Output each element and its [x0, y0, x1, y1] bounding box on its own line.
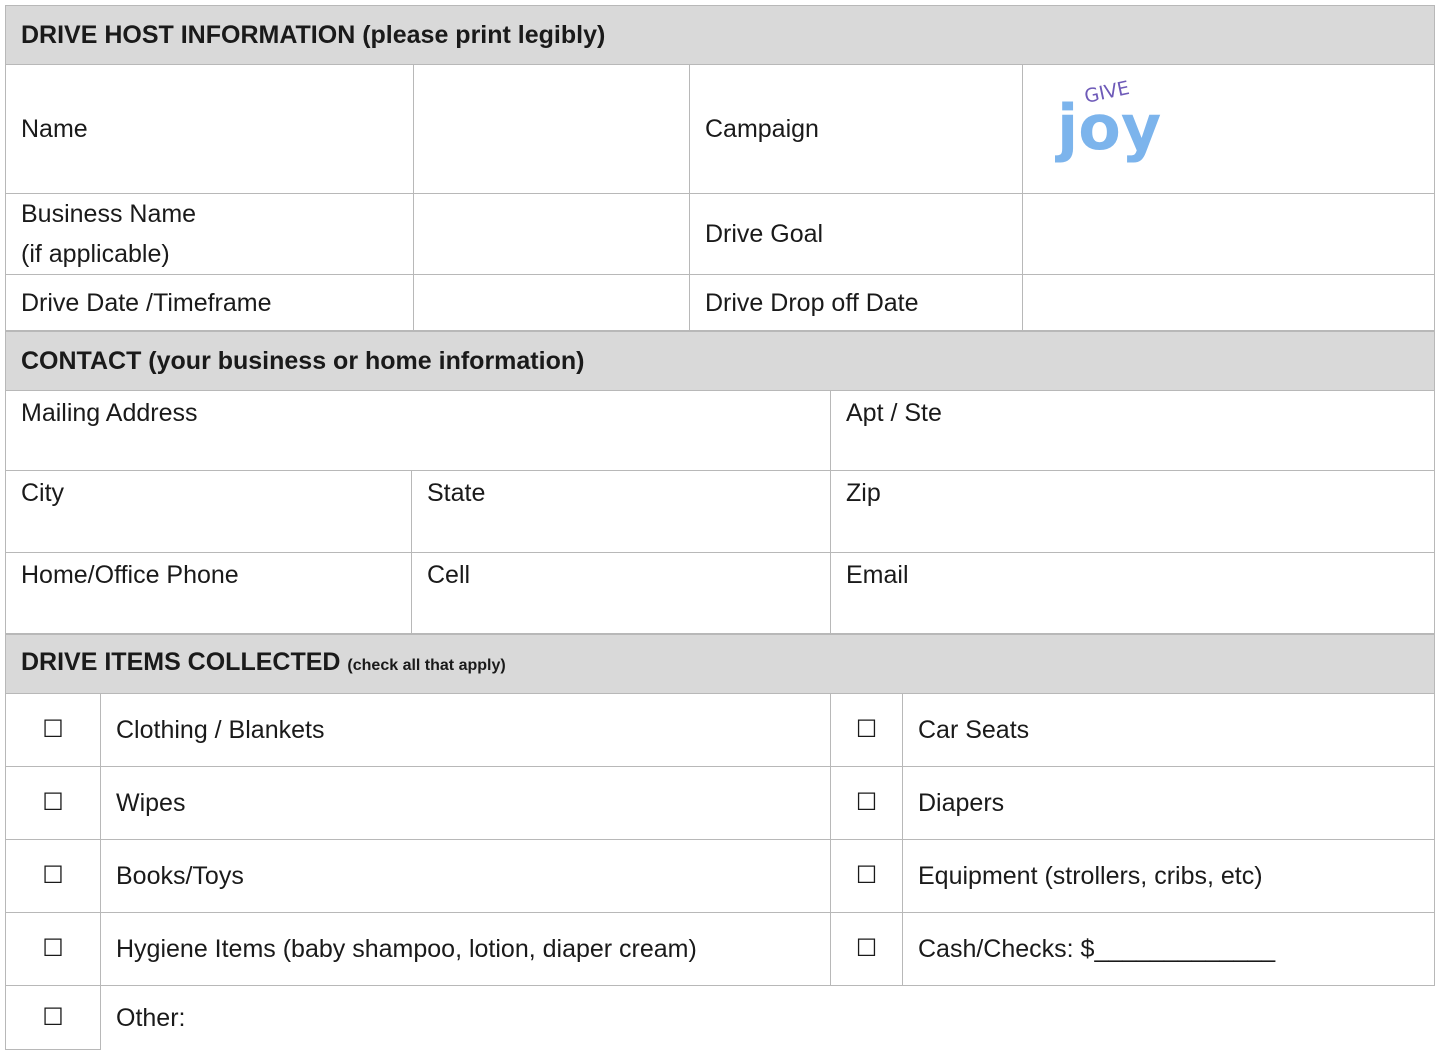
item-row: ☐ Books/Toys ☐ Equipment (strollers, cribs,… [5, 839, 1435, 913]
host-info-table: DRIVE HOST INFORMATION (please print leg… [5, 5, 1435, 331]
business-label-line1: Business Name [21, 200, 197, 228]
date-field[interactable] [413, 274, 690, 331]
checkbox-right[interactable]: ☐ [830, 912, 903, 986]
apt-field[interactable]: Apt / Ste [829, 390, 1436, 471]
items-table: DRIVE ITEMS COLLECTED (check all that ap… [5, 634, 1435, 1050]
business-label-line2: (if applicable) [21, 240, 170, 268]
campaign-logo-cell: GIVE joy [1022, 64, 1435, 194]
name-label: Name [5, 64, 414, 194]
host-info-header: DRIVE HOST INFORMATION (please print leg… [5, 5, 1435, 65]
item-label-left: Clothing / Blankets [100, 693, 831, 767]
checkbox-right[interactable]: ☐ [830, 766, 903, 840]
item-label-left: Books/Toys [100, 839, 831, 913]
zip-field[interactable]: Zip [829, 470, 1436, 553]
other-row: ☐ Other: [5, 985, 1435, 1050]
dropoff-field[interactable] [1022, 274, 1435, 331]
dropoff-label: Drive Drop off Date [689, 274, 1023, 331]
checkbox-left[interactable]: ☐ [5, 839, 101, 913]
checkbox-left[interactable]: ☐ [5, 693, 101, 767]
date-label: Drive Date /Timeframe [5, 274, 414, 331]
mailing-address-label: Mailing Address [21, 399, 198, 427]
checkbox-other[interactable]: ☐ [5, 985, 101, 1050]
business-field[interactable] [413, 193, 690, 275]
give-joy-logo: GIVE joy [1055, 79, 1161, 164]
phone-label: Home/Office Phone [21, 561, 239, 589]
checkbox-right[interactable]: ☐ [830, 839, 903, 913]
contact-header-row: CONTACT (your business or home informati… [4, 331, 1436, 391]
business-label: Business Name (if applicable) [5, 193, 414, 275]
item-label-left: Hygiene Items (baby shampoo, lotion, dia… [100, 912, 831, 986]
state-label: State [427, 479, 486, 507]
item-rows: ☐ Clothing / Blankets ☐ Car Seats ☐ Wipes ☐ Dia… [5, 693, 1435, 986]
cell-field[interactable]: Cell [411, 552, 831, 634]
date-row: Drive Date /Timeframe Drive Drop off Dat… [5, 274, 1435, 331]
goal-label: Drive Goal [689, 193, 1023, 275]
contact-table: CONTACT (your business or home informati… [4, 331, 1436, 634]
item-label-right: Equipment (strollers, cribs, etc) [902, 839, 1435, 913]
drive-host-form: DRIVE HOST INFORMATION (please print leg… [4, 5, 1436, 1050]
items-header-title: DRIVE ITEMS COLLECTED [21, 648, 341, 676]
item-label-right: Car Seats [902, 693, 1435, 767]
item-label-right: Cash/Checks: $_____________ [902, 912, 1435, 986]
checkbox-left[interactable]: ☐ [5, 766, 101, 840]
campaign-label: Campaign [689, 64, 1023, 194]
city-field[interactable]: City [5, 470, 412, 553]
checkbox-left[interactable]: ☐ [5, 912, 101, 986]
host-info-header-row: DRIVE HOST INFORMATION (please print leg… [5, 5, 1435, 65]
email-field[interactable]: Email [829, 552, 1436, 634]
item-label-left: Wipes [100, 766, 831, 840]
business-row: Business Name (if applicable) Drive Goal [5, 193, 1435, 275]
contact-header: CONTACT (your business or home informati… [4, 331, 1436, 391]
item-row: ☐ Hygiene Items (baby shampoo, lotion, di… [5, 912, 1435, 986]
email-label: Email [846, 561, 909, 589]
cell-label: Cell [427, 561, 471, 589]
zip-label: Zip [846, 479, 881, 507]
mailing-address-field[interactable]: Mailing Address [5, 390, 831, 471]
city-label: City [21, 479, 65, 507]
goal-field[interactable] [1022, 193, 1435, 275]
checkbox-right[interactable]: ☐ [830, 693, 903, 767]
phone-field[interactable]: Home/Office Phone [5, 552, 412, 634]
phone-row: Home/Office Phone Cell Email [5, 552, 1436, 634]
items-header-row: DRIVE ITEMS COLLECTED (check all that ap… [5, 634, 1435, 694]
other-label: Other: [100, 985, 1435, 1050]
mailing-row: Mailing Address Apt / Ste [5, 390, 1436, 471]
logo-joy-text: joy [1055, 91, 1161, 164]
items-header-note: (check all that apply) [347, 657, 506, 674]
item-label-right: Diapers [902, 766, 1435, 840]
city-row: City State Zip [5, 470, 1436, 553]
item-row: ☐ Wipes ☐ Diapers [5, 766, 1435, 840]
name-field[interactable] [413, 64, 690, 194]
name-row: Name Campaign GIVE joy [5, 64, 1435, 194]
items-header: DRIVE ITEMS COLLECTED (check all that ap… [5, 634, 1435, 694]
item-row: ☐ Clothing / Blankets ☐ Car Seats [5, 693, 1435, 767]
state-field[interactable]: State [411, 470, 831, 553]
apt-label: Apt / Ste [846, 399, 942, 427]
